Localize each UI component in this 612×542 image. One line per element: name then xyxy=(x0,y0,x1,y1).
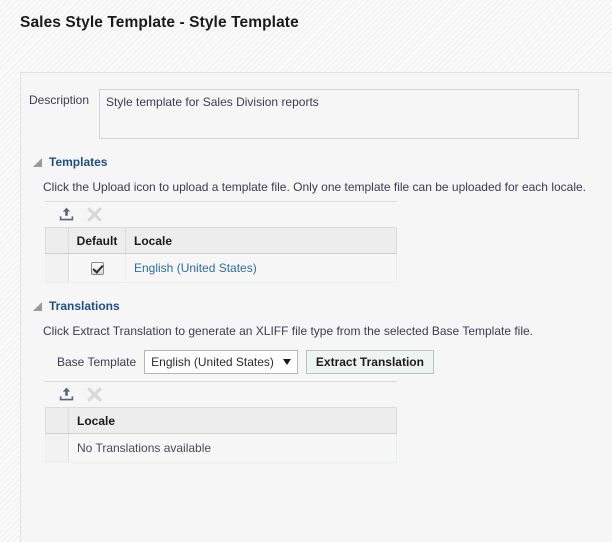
base-template-selected-value: English (United States) xyxy=(151,355,274,369)
templates-table-block: Default Locale English (United States) xyxy=(21,201,612,283)
translations-section-header[interactable]: Translations xyxy=(21,297,612,315)
translations-col-locale[interactable]: Locale xyxy=(68,407,397,434)
templates-table: Default Locale English (United States) xyxy=(45,227,397,283)
row-selector-cell xyxy=(45,433,69,463)
delete-icon xyxy=(83,204,105,226)
no-translations-message: No Translations available xyxy=(77,441,212,455)
description-label: Description xyxy=(29,93,90,107)
translations-section-title: Translations xyxy=(49,299,120,313)
translations-section: Translations Click Extract Translation t… xyxy=(21,297,612,463)
chevron-down-icon[interactable] xyxy=(282,359,291,365)
default-checkbox[interactable] xyxy=(90,262,104,276)
table-row: No Translations available xyxy=(45,433,397,463)
translations-table: Locale No Translations available xyxy=(45,407,397,463)
translations-toolbar xyxy=(45,381,397,407)
templates-section: Templates Click the Upload icon to uploa… xyxy=(21,153,612,283)
disclosure-triangle-icon[interactable] xyxy=(33,301,42,311)
delete-icon xyxy=(83,384,105,406)
description-input[interactable] xyxy=(99,89,580,139)
translations-table-block: Locale No Translations available xyxy=(21,381,612,463)
page-header: Sales Style Template - Style Template xyxy=(0,0,612,46)
translations-col-spacer xyxy=(45,407,69,434)
upload-icon[interactable] xyxy=(55,204,77,226)
extract-translation-button[interactable]: Extract Translation xyxy=(305,350,434,374)
templates-col-locale[interactable]: Locale xyxy=(125,227,397,254)
description-row: Description xyxy=(21,73,612,139)
locale-link[interactable]: English (United States) xyxy=(134,261,257,275)
templates-instruction: Click the Upload icon to upload a templa… xyxy=(43,180,586,194)
templates-section-header[interactable]: Templates xyxy=(21,153,612,171)
translations-table-header-row: Locale xyxy=(45,407,397,434)
templates-col-default[interactable]: Default xyxy=(68,227,126,254)
base-template-row: Base Template English (United States) Ex… xyxy=(21,350,612,374)
base-template-label: Base Template xyxy=(57,355,137,369)
templates-col-spacer xyxy=(45,227,69,254)
page-title: Sales Style Template - Style Template xyxy=(20,14,299,31)
templates-section-title: Templates xyxy=(49,155,108,169)
default-checkbox-cell xyxy=(68,253,126,283)
disclosure-triangle-icon[interactable] xyxy=(33,157,42,167)
templates-toolbar xyxy=(45,201,397,227)
translations-instruction: Click Extract Translation to generate an… xyxy=(43,324,534,338)
base-template-select[interactable]: English (United States) xyxy=(144,350,298,374)
upload-icon[interactable] xyxy=(55,384,77,406)
empty-message-cell: No Translations available xyxy=(68,433,397,463)
table-row[interactable]: English (United States) xyxy=(45,253,397,283)
templates-table-header-row: Default Locale xyxy=(45,227,397,254)
row-selector-cell[interactable] xyxy=(45,253,69,283)
locale-cell: English (United States) xyxy=(125,253,397,283)
content-panel: Description Templates Click the Upload i… xyxy=(20,72,612,542)
